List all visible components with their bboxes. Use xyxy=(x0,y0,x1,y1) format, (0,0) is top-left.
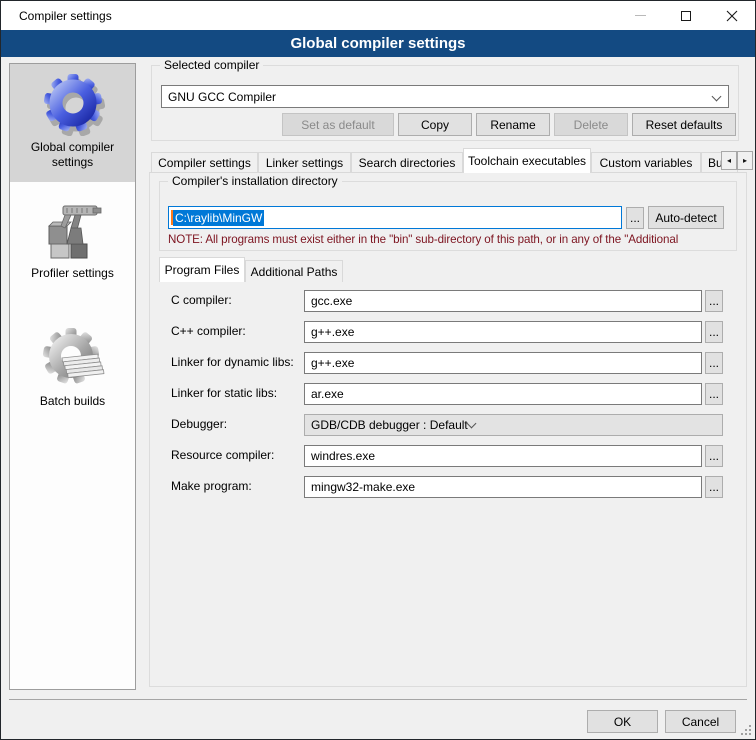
compiler-select[interactable]: GNU GCC Compiler xyxy=(161,85,729,108)
chevron-down-icon xyxy=(712,91,722,101)
tab-custom-variables[interactable]: Custom variables xyxy=(591,152,701,173)
cpp-compiler-row: C++ compiler: g++.exe ... xyxy=(159,321,737,343)
settings-category-sidebar: Global compiler settings xyxy=(9,63,136,690)
cpp-compiler-label: C++ compiler: xyxy=(171,324,246,338)
gear-blue-icon xyxy=(41,72,105,136)
dynamic-linker-browse-button[interactable]: ... xyxy=(705,352,723,374)
tab-toolchain-executables[interactable]: Toolchain executables xyxy=(463,148,591,173)
reset-defaults-button[interactable]: Reset defaults xyxy=(632,113,736,136)
sidebar-item-label: Batch builds xyxy=(10,394,135,417)
caliper-icon xyxy=(41,198,105,262)
settings-tabbar: Compiler settings Linker settings Search… xyxy=(149,148,747,173)
static-linker-row: Linker for static libs: ar.exe ... xyxy=(159,383,737,405)
auto-detect-button[interactable]: Auto-detect xyxy=(648,206,724,229)
cpp-compiler-input[interactable]: g++.exe xyxy=(304,321,702,343)
selected-compiler-group: Selected compiler GNU GCC Compiler Set a… xyxy=(151,65,739,141)
debugger-label: Debugger: xyxy=(171,417,227,431)
dialog-header: Global compiler settings xyxy=(1,30,755,57)
tab-program-files[interactable]: Program Files xyxy=(159,257,245,282)
installation-directory-input[interactable]: C:\raylib\MinGW xyxy=(168,206,622,229)
sidebar-item-profiler-settings[interactable]: Profiler settings xyxy=(10,190,135,302)
static-linker-input[interactable]: ar.exe xyxy=(304,383,702,405)
tab-scroll-right-button[interactable]: ▸ xyxy=(737,151,753,170)
rename-button[interactable]: Rename xyxy=(476,113,550,136)
maximize-button[interactable] xyxy=(663,1,709,30)
debugger-select[interactable]: GDB/CDB debugger : Default xyxy=(304,414,723,436)
sidebar-item-global-compiler-settings[interactable]: Global compiler settings xyxy=(10,64,135,182)
compiler-settings-dialog: Compiler settings Global compiler settin… xyxy=(0,0,756,740)
c-compiler-label: C compiler: xyxy=(171,293,232,307)
close-button[interactable] xyxy=(709,1,755,30)
dynamic-linker-row: Linker for dynamic libs: g++.exe ... xyxy=(159,352,737,374)
sidebar-item-batch-builds[interactable]: Batch builds xyxy=(10,318,135,432)
resize-grip[interactable] xyxy=(741,725,751,735)
tab-compiler-settings[interactable]: Compiler settings xyxy=(151,152,258,173)
resource-compiler-row: Resource compiler: windres.exe ... xyxy=(159,445,737,467)
window-title: Compiler settings xyxy=(19,9,112,23)
maximize-icon xyxy=(681,11,691,21)
tab-scroll-arrows: ◂ ▸ xyxy=(721,151,753,170)
make-program-input[interactable]: mingw32-make.exe xyxy=(304,476,702,498)
c-compiler-input[interactable]: gcc.exe xyxy=(304,290,702,312)
compiler-select-value: GNU GCC Compiler xyxy=(168,90,276,104)
sidebar-item-label: Profiler settings xyxy=(10,266,135,289)
static-linker-browse-button[interactable]: ... xyxy=(705,383,723,405)
installation-directory-value: C:\raylib\MinGW xyxy=(173,210,264,226)
resource-compiler-input[interactable]: windres.exe xyxy=(304,445,702,467)
tab-scroll-left-button[interactable]: ◂ xyxy=(721,151,737,170)
minimize-icon xyxy=(635,15,646,16)
program-files-tabbar: Program Files Additional Paths xyxy=(159,257,737,282)
c-compiler-row: C compiler: gcc.exe ... xyxy=(159,290,737,312)
resource-compiler-browse-button[interactable]: ... xyxy=(705,445,723,467)
resource-compiler-label: Resource compiler: xyxy=(171,448,274,462)
make-program-label: Make program: xyxy=(171,479,252,493)
tab-linker-settings[interactable]: Linker settings xyxy=(258,152,351,173)
footer-divider xyxy=(9,699,747,700)
ok-button[interactable]: OK xyxy=(587,710,658,733)
titlebar[interactable]: Compiler settings xyxy=(1,1,755,30)
selected-compiler-legend: Selected compiler xyxy=(160,58,263,72)
copy-button[interactable]: Copy xyxy=(398,113,472,136)
installation-directory-group: Compiler's installation directory C:\ray… xyxy=(159,181,737,251)
sidebar-item-label: Global compiler settings xyxy=(10,140,135,178)
tab-additional-paths[interactable]: Additional Paths xyxy=(245,260,343,282)
dynamic-linker-label: Linker for dynamic libs: xyxy=(171,355,294,369)
minimize-button[interactable] xyxy=(617,1,663,30)
cpp-compiler-browse-button[interactable]: ... xyxy=(705,321,723,343)
make-program-browse-button[interactable]: ... xyxy=(705,476,723,498)
debugger-row: Debugger: GDB/CDB debugger : Default xyxy=(159,414,737,436)
make-program-row: Make program: mingw32-make.exe ... xyxy=(159,476,737,498)
set-as-default-button[interactable]: Set as default xyxy=(282,113,394,136)
cancel-button[interactable]: Cancel xyxy=(665,710,736,733)
dynamic-linker-input[interactable]: g++.exe xyxy=(304,352,702,374)
static-linker-label: Linker for static libs: xyxy=(171,386,277,400)
tab-search-directories[interactable]: Search directories xyxy=(351,152,463,173)
delete-button[interactable]: Delete xyxy=(554,113,628,136)
close-icon xyxy=(726,10,738,22)
debugger-select-value: GDB/CDB debugger : Default xyxy=(311,418,468,432)
gear-stack-icon xyxy=(41,326,105,390)
page-title: Global compiler settings xyxy=(290,35,465,52)
browse-directory-button[interactable]: ... xyxy=(626,207,644,229)
c-compiler-browse-button[interactable]: ... xyxy=(705,290,723,312)
installation-directory-legend: Compiler's installation directory xyxy=(168,174,342,188)
bin-subdirectory-note: NOTE: All programs must exist either in … xyxy=(168,233,734,246)
